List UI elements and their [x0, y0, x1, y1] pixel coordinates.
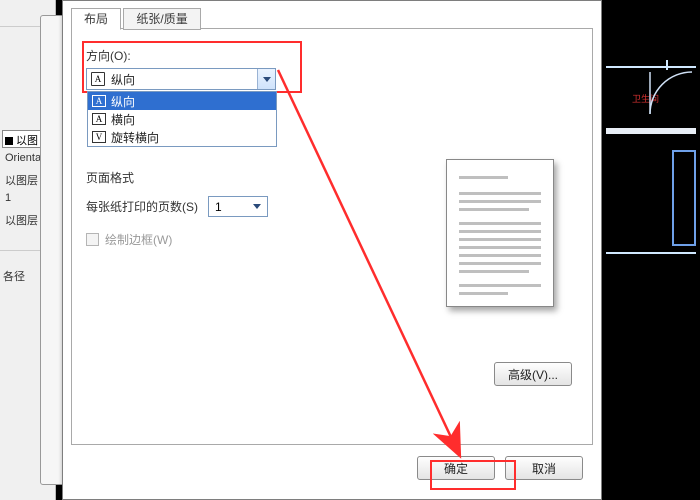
- draw-border-label: 绘制边框(W): [105, 231, 172, 248]
- orientation-option-portrait[interactable]: A 纵向: [88, 92, 276, 110]
- option-label: 纵向: [111, 93, 135, 110]
- rotated-landscape-icon: V: [92, 131, 106, 143]
- chevron-down-icon: [253, 204, 261, 209]
- orientation-dropdown-list: A 纵向 A 横向 V 旋转横向: [87, 91, 277, 147]
- orientation-option-landscape[interactable]: A 横向: [88, 110, 276, 128]
- portrait-icon: A: [92, 95, 106, 107]
- draw-border-checkbox: [86, 233, 99, 246]
- orientation-value: 纵向: [109, 71, 257, 88]
- tab-strip: 布局 纸张/质量: [71, 7, 593, 29]
- chevron-down-icon: [263, 77, 271, 82]
- pages-per-sheet-label: 每张纸打印的页数(S): [86, 198, 198, 215]
- cancel-button[interactable]: 取消: [505, 456, 583, 480]
- landscape-icon: A: [92, 113, 106, 125]
- orientation-dropdown-button[interactable]: [257, 69, 275, 89]
- orientation-label: 方向(O):: [86, 47, 296, 64]
- page-preview: [446, 159, 554, 307]
- option-label: 旋转横向: [111, 129, 159, 146]
- advanced-button[interactable]: 高级(V)...: [494, 362, 572, 386]
- option-label: 横向: [111, 111, 135, 128]
- pages-per-sheet-value: 1: [215, 200, 222, 214]
- bg-path-label: 各径: [3, 268, 25, 284]
- orientation-combobox[interactable]: A 纵向 A 纵向 A 横向: [86, 68, 276, 90]
- tab-content: 方向(O): A 纵向 A 纵向 A: [71, 29, 593, 445]
- orientation-option-rotated-landscape[interactable]: V 旋转横向: [88, 128, 276, 146]
- cad-viewport: 卫生间: [602, 0, 700, 500]
- tab-layout[interactable]: 布局: [71, 8, 121, 30]
- dialog-button-bar: 确定 取消: [71, 449, 593, 487]
- page-format-label: 页面格式: [86, 169, 296, 186]
- tab-paper-quality[interactable]: 纸张/质量: [123, 8, 200, 30]
- print-properties-dialog: 布局 纸张/质量 方向(O): A 纵向 A 纵向: [62, 0, 602, 500]
- ok-button[interactable]: 确定: [417, 456, 495, 480]
- portrait-icon: A: [91, 72, 105, 86]
- pages-per-sheet-select[interactable]: 1: [208, 196, 268, 217]
